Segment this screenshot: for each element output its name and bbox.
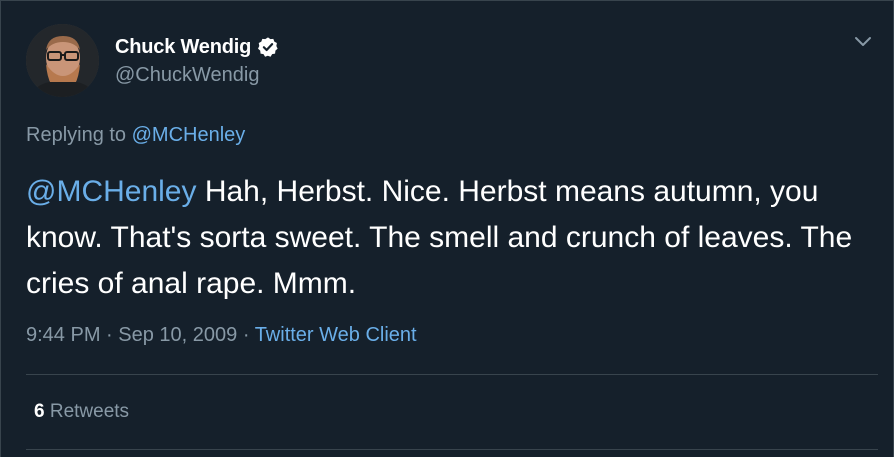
tweet-text: @MCHenley Hah, Herbst. Nice. Herbst mean… <box>26 169 876 307</box>
tweet-source-link[interactable]: Twitter Web Client <box>255 324 417 346</box>
replying-to-mention-link[interactable]: @MCHenley <box>132 124 246 146</box>
retweet-label: Retweets <box>44 401 130 422</box>
retweet-count: 6 <box>34 401 45 422</box>
tweet-mention-link[interactable]: @MCHenley <box>26 175 197 208</box>
author-name-row[interactable]: Chuck Wendig <box>115 34 279 60</box>
retweets-stat[interactable]: 6 Retweets <box>34 401 129 423</box>
chevron-down-icon[interactable] <box>853 35 873 49</box>
divider <box>26 374 878 375</box>
tweet-meta: 9:44 PM · Sep 10, 2009 · Twitter Web Cli… <box>26 324 417 347</box>
verified-badge-icon <box>257 36 279 58</box>
author-handle[interactable]: @ChuckWendig <box>115 64 259 87</box>
replying-to-label: Replying to <box>26 124 127 146</box>
replying-to-line: Replying to @MCHenley <box>26 124 245 147</box>
meta-separator: · <box>100 324 119 346</box>
divider <box>26 449 878 450</box>
tweet-card: Chuck Wendig @ChuckWendig Replying to @M… <box>0 0 894 457</box>
avatar[interactable] <box>26 24 99 97</box>
meta-separator: · <box>237 324 255 346</box>
tweet-date[interactable]: Sep 10, 2009 <box>118 324 237 346</box>
tweet-time[interactable]: 9:44 PM <box>26 324 100 346</box>
avatar-image <box>26 24 99 97</box>
author-display-name[interactable]: Chuck Wendig <box>115 36 251 59</box>
